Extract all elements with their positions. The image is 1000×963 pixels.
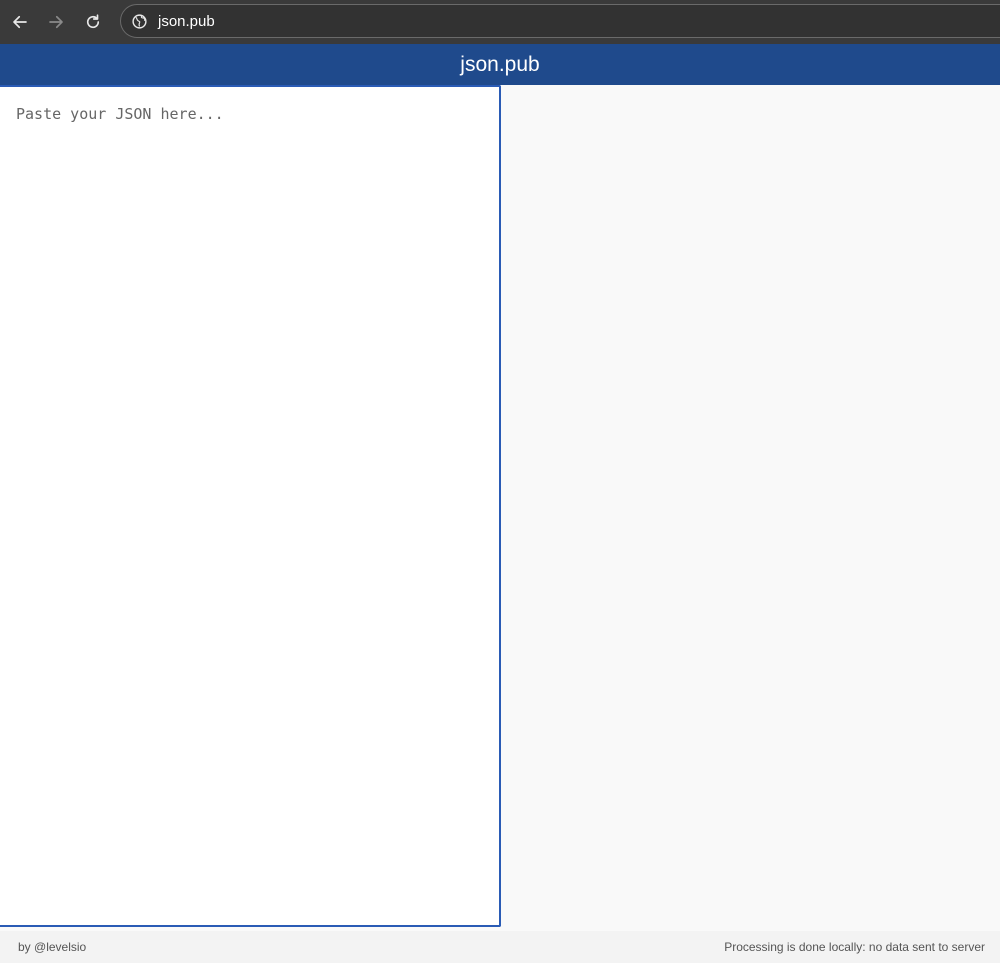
reload-icon <box>86 14 100 29</box>
forward-button[interactable] <box>42 8 70 36</box>
app-header: json.pub <box>0 44 1000 85</box>
url-text[interactable]: json.pub <box>158 13 215 30</box>
address-bar[interactable]: json.pub <box>120 4 1000 38</box>
back-button[interactable] <box>6 8 34 36</box>
globe-icon[interactable] <box>130 12 148 30</box>
back-arrow-icon <box>13 15 27 29</box>
output-panel <box>502 85 1000 928</box>
forward-arrow-icon <box>49 15 63 29</box>
footer-credit: by @levelsio <box>18 940 87 954</box>
browser-toolbar: json.pub <box>0 0 1000 44</box>
footer-privacy-note: Processing is done locally: no data sent… <box>724 940 985 954</box>
footer: by @levelsio Processing is done locally:… <box>0 931 1000 963</box>
reload-button[interactable] <box>79 8 107 36</box>
page-title: json.pub <box>460 52 540 76</box>
json-input[interactable] <box>0 85 501 927</box>
